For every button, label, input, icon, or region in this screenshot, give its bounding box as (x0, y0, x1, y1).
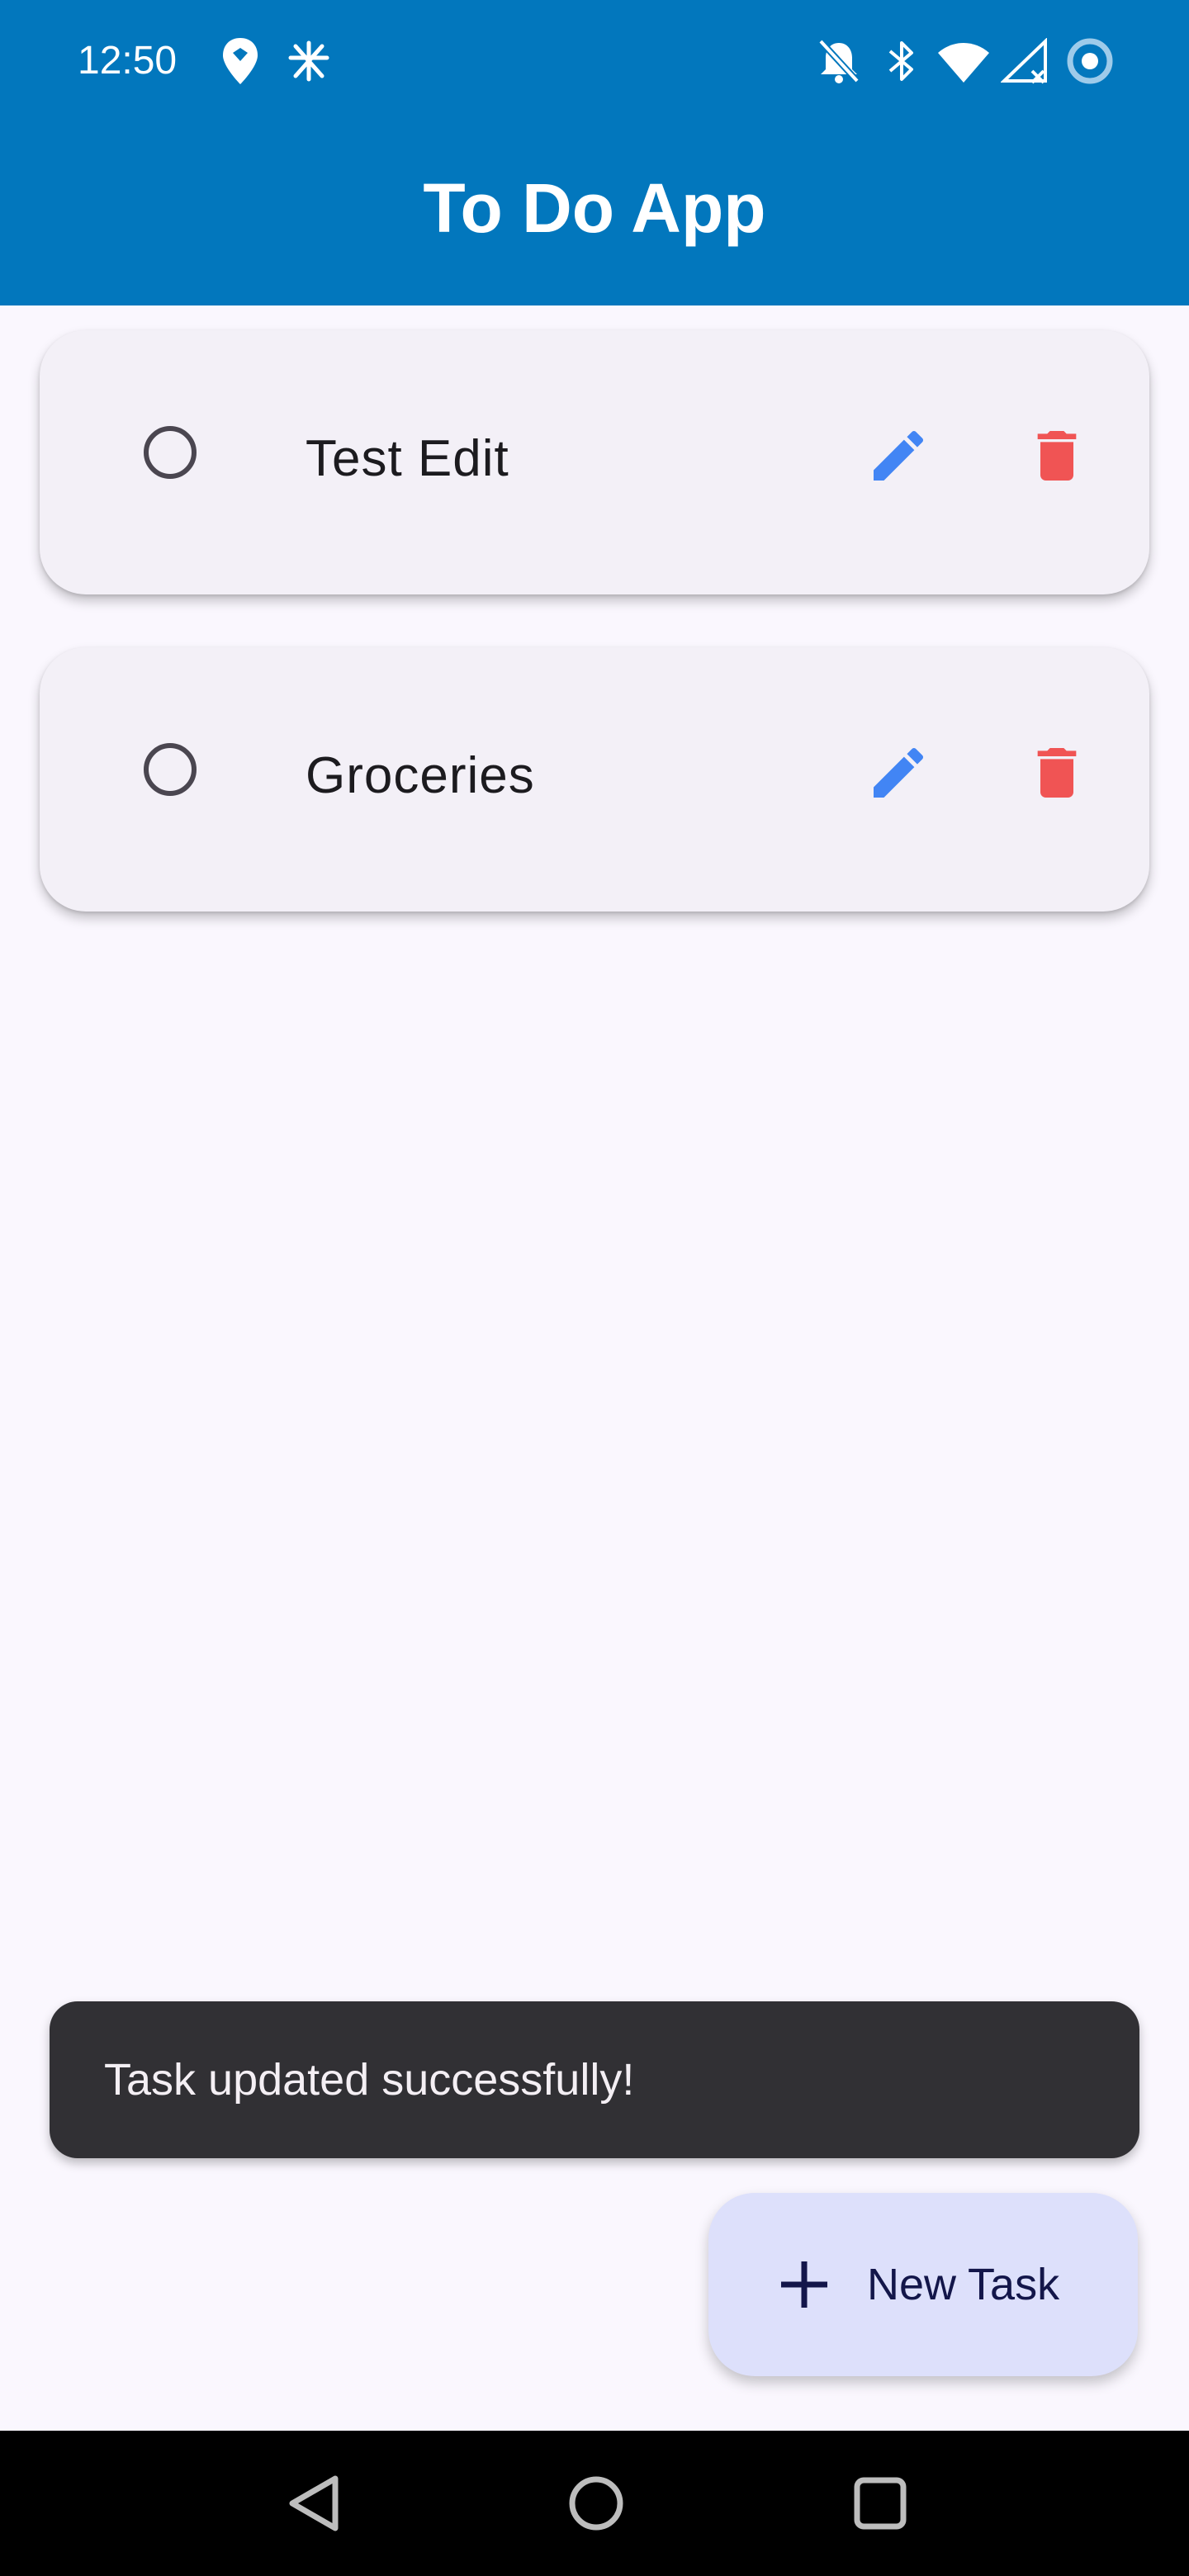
delete-button[interactable] (1011, 410, 1103, 502)
sparkle-icon (288, 40, 329, 82)
data-saver-icon (1067, 38, 1113, 84)
recents-icon[interactable] (847, 2470, 913, 2536)
page-title: To Do App (423, 169, 766, 247)
system-nav-bar (0, 2431, 1189, 2576)
home-icon[interactable] (563, 2470, 629, 2536)
back-icon[interactable] (281, 2470, 347, 2536)
edit-button[interactable] (852, 727, 945, 819)
plus-icon (781, 2261, 827, 2308)
bell-off-icon (818, 39, 860, 83)
task-checkbox[interactable] (144, 743, 197, 796)
pencil-icon (874, 747, 924, 798)
bluetooth-icon (888, 41, 913, 81)
task-title: Groceries (306, 747, 535, 804)
signal-icon (1001, 38, 1047, 84)
task-card[interactable]: Groceries (40, 647, 1149, 912)
trash-icon (1037, 431, 1077, 481)
task-card[interactable]: Test Edit (40, 330, 1149, 594)
trash-icon (1037, 748, 1077, 798)
wifi-icon (938, 43, 989, 83)
status-time: 12:50 (78, 39, 178, 83)
task-checkbox[interactable] (144, 426, 197, 479)
snackbar-message: Task updated successfully! (104, 2055, 635, 2105)
pencil-icon (874, 430, 924, 481)
snackbar: Task updated successfully! (50, 2001, 1139, 2158)
new-task-button[interactable]: New Task (708, 2193, 1138, 2376)
edit-button[interactable] (852, 410, 945, 502)
app-bar: To Do App (0, 121, 1189, 305)
maps-icon (223, 38, 258, 84)
status-bar: 12:50 (0, 0, 1189, 121)
task-title: Test Edit (306, 430, 509, 487)
new-task-label: New Task (867, 2260, 1060, 2309)
delete-button[interactable] (1011, 727, 1103, 819)
